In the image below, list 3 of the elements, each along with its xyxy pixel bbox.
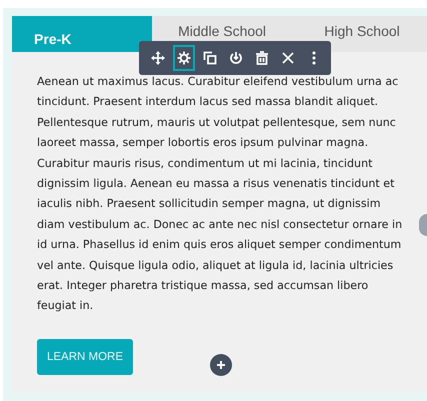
body-text: Aenean ut maximus lacus. Curabitur eleifend vestibulum urna ac tincidunt. Praesent interdum lacus sed massa blandit aliquet. Pellentesque rutrum, mauris ut volutpat pellentesque, sem nunc laoreet massa, semper lobortis eros ipsum pulvinar magna. Curabitur mauris risus, condimentum ut mi lacinia, tincidunt dignissim ligula. Aenean eu massa a risus venenatis tincidunt et iaculis nibh. Praesent sollicitudin semper magna, ut dignissim diam vestibulum ac. Donec ac ante nec nisl consectetur ornare in id urna. Phasellus id enim quis eros aliquet semper condimentum vel ante. Quisque ligula odio, aliquet at ligula id, lacinia ultricies erat. Integer pharetra tristique massa, sed accumsan libero feugiat in. (37, 74, 404, 314)
settings-icon[interactable] (173, 45, 195, 71)
add-icon[interactable] (210, 354, 232, 376)
